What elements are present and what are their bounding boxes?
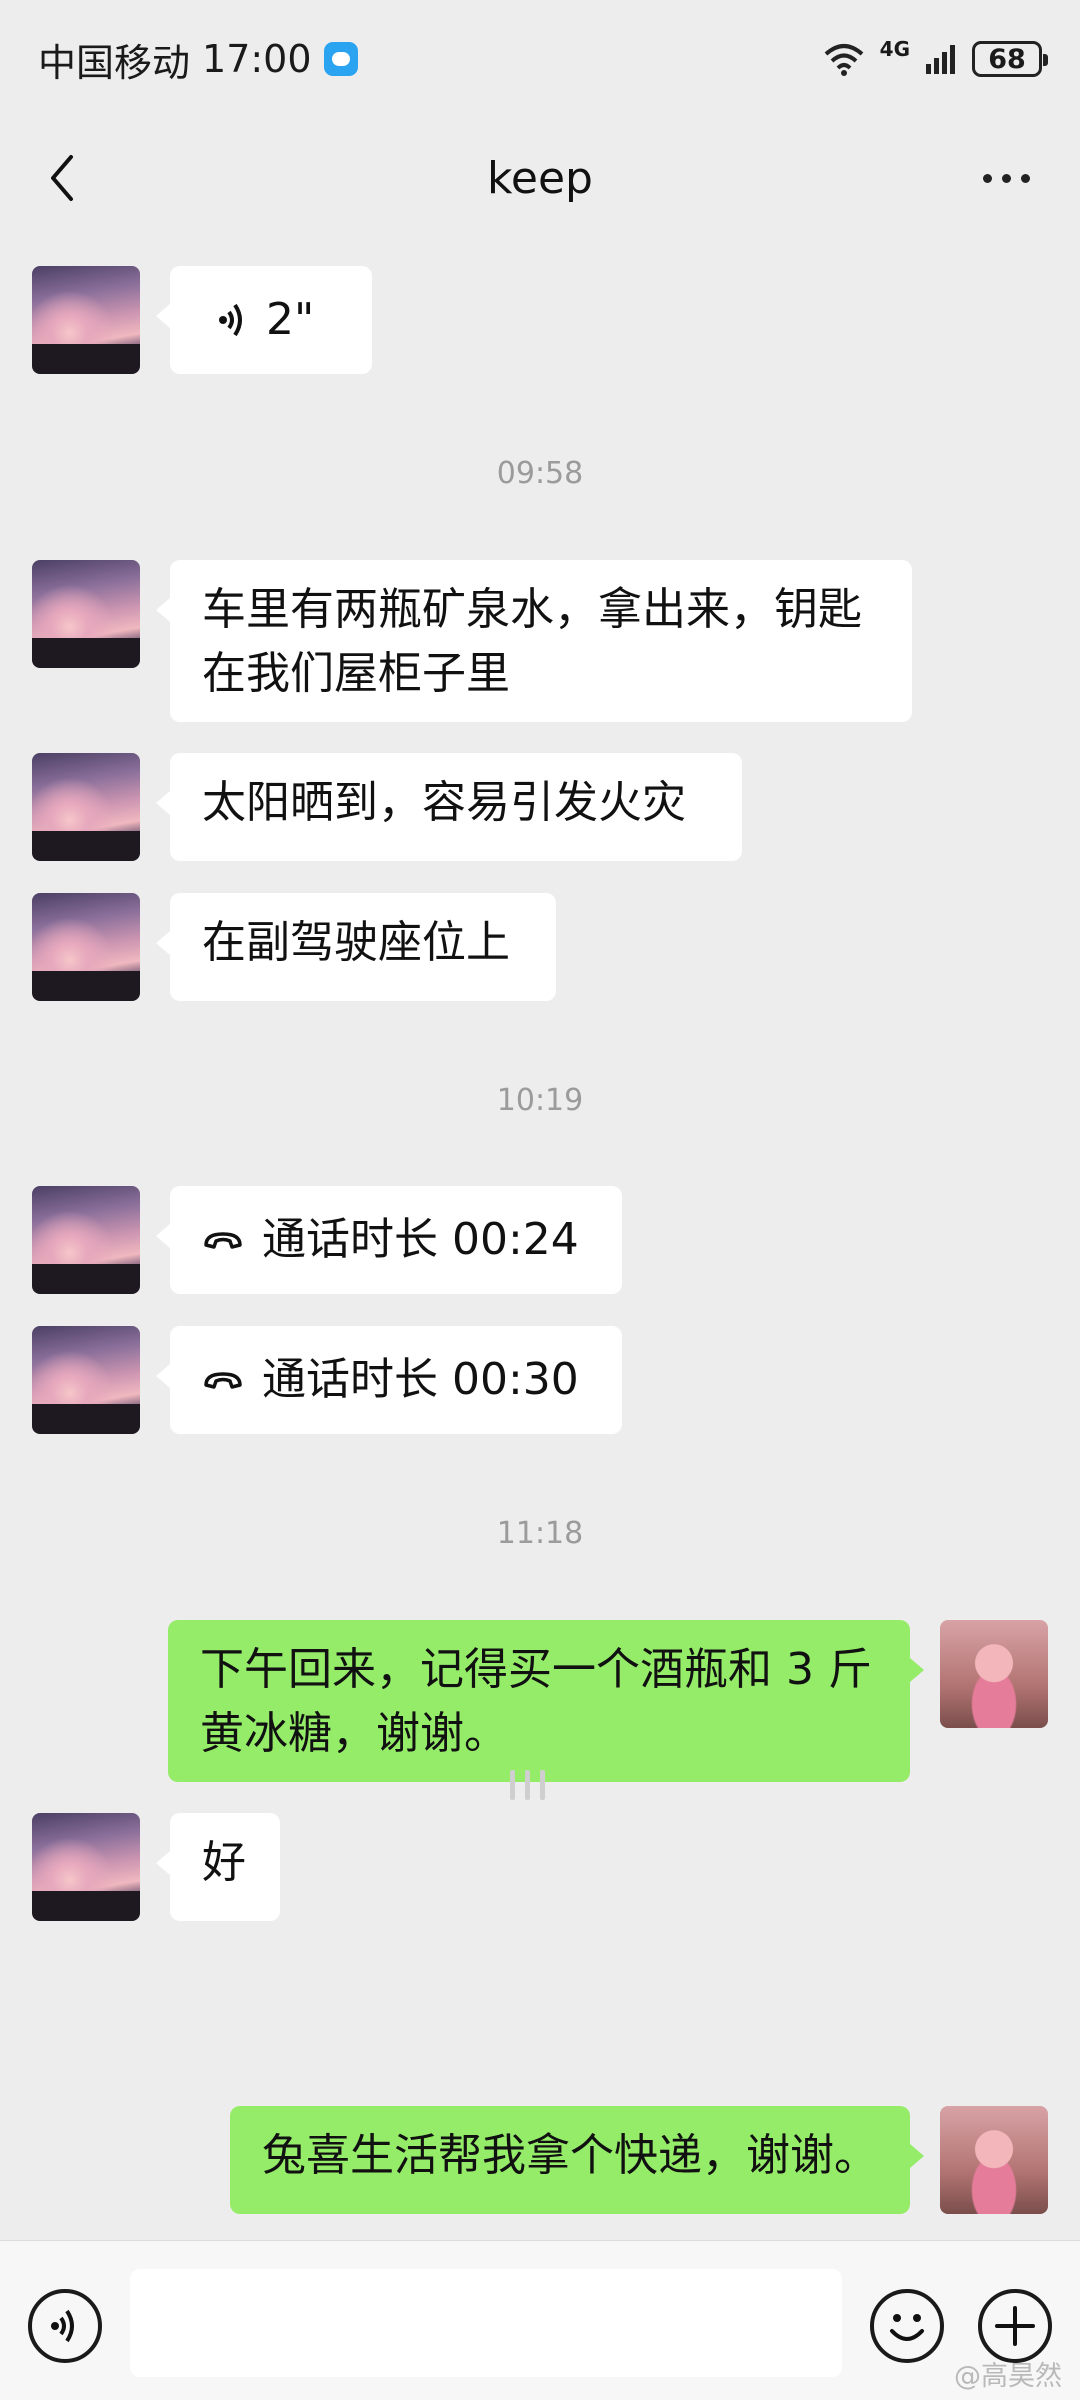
battery-indicator: 68 [972,41,1048,77]
signal-icon [926,45,955,74]
chevron-left-icon [51,155,73,201]
input-bar [0,2240,1080,2400]
contact-avatar[interactable] [32,1813,140,1921]
emoji-icon [890,2314,924,2341]
message-line: 黄冰糖，谢谢。 [200,1708,508,1759]
chat-header: keep [0,118,1080,238]
contact-avatar[interactable] [32,266,140,374]
emoji-button[interactable] [870,2289,944,2363]
text-message-bubble[interactable]: 好 [156,1813,280,1921]
message-line: 在我们屋柜子里 [202,648,510,699]
message-line: 在副驾驶座位上 [202,917,510,968]
contact-avatar[interactable] [32,1186,140,1294]
watermark: @高昊然 [954,2361,1062,2392]
call-duration-text: 通话时长 00:24 [262,1214,579,1265]
voice-input-button[interactable] [28,2289,102,2363]
voice-duration: 2" [266,294,315,345]
network-type: 4G [879,37,910,61]
text-message-bubble[interactable]: 在副驾驶座位上 [156,893,556,1001]
message-input[interactable] [130,2269,842,2377]
message-line: 好 [202,1837,246,1888]
voice-icon [51,2309,74,2343]
plus-icon [995,2306,1035,2346]
message-line: 兔喜生活帮我拿个快递，谢谢。 [262,2130,878,2181]
contact-avatar[interactable] [32,893,140,1001]
contact-avatar[interactable] [32,753,140,861]
wifi-icon [824,44,863,76]
more-dots-icon [982,173,1030,183]
time-divider: 11:18 [496,1516,584,1551]
contact-avatar[interactable] [32,560,140,668]
chat-title: keep [487,152,593,204]
contact-avatar[interactable] [32,1326,140,1434]
my-avatar[interactable] [940,1620,1048,1728]
text-message-bubble[interactable]: 车里有两瓶矿泉水，拿出来，钥匙 在我们屋柜子里 [156,560,912,722]
message-line: 太阳晒到，容易引发火灾 [202,777,686,828]
time-divider: 10:19 [496,1083,584,1118]
message-notification-icon [323,42,358,76]
carrier-label: 中国移动 [38,40,191,85]
sent-message-bubble[interactable]: 兔喜生活帮我拿个快递，谢谢。 [230,2106,924,2214]
loading-indicator [510,1770,545,1800]
back-button[interactable] [30,146,94,210]
message-line: 下午回来，记得买一个酒瓶和 3 斤 [200,1644,872,1695]
voice-wave-icon [219,303,242,337]
more-functions-button[interactable] [978,2289,1052,2363]
sent-message-bubble[interactable]: 下午回来，记得买一个酒瓶和 3 斤 黄冰糖，谢谢。 [168,1620,924,1782]
call-duration-text: 通话时长 00:30 [262,1354,579,1405]
call-record-bubble[interactable]: 通话时长 00:24 [156,1186,622,1294]
call-record-bubble[interactable]: 通话时长 00:30 [156,1326,622,1434]
text-message-bubble[interactable]: 太阳晒到，容易引发火灾 [156,753,742,861]
time-divider: 09:58 [496,456,584,491]
voice-message-bubble[interactable]: 2" [156,266,372,374]
message-list[interactable]: 2" 09:58 车里有两瓶矿泉水，拿出来，钥匙 在我们屋柜子里 太阳晒到，容易… [0,238,1080,2240]
phone-hangup-icon [204,1232,242,1249]
phone-hangup-icon [204,1372,242,1389]
my-avatar[interactable] [940,2106,1048,2214]
more-button[interactable] [974,146,1038,210]
status-bar: 中国移动 17:00 4G 68 [0,0,1080,118]
message-line: 车里有两瓶矿泉水，拿出来，钥匙 [202,584,862,635]
clock: 17:00 [202,37,312,81]
